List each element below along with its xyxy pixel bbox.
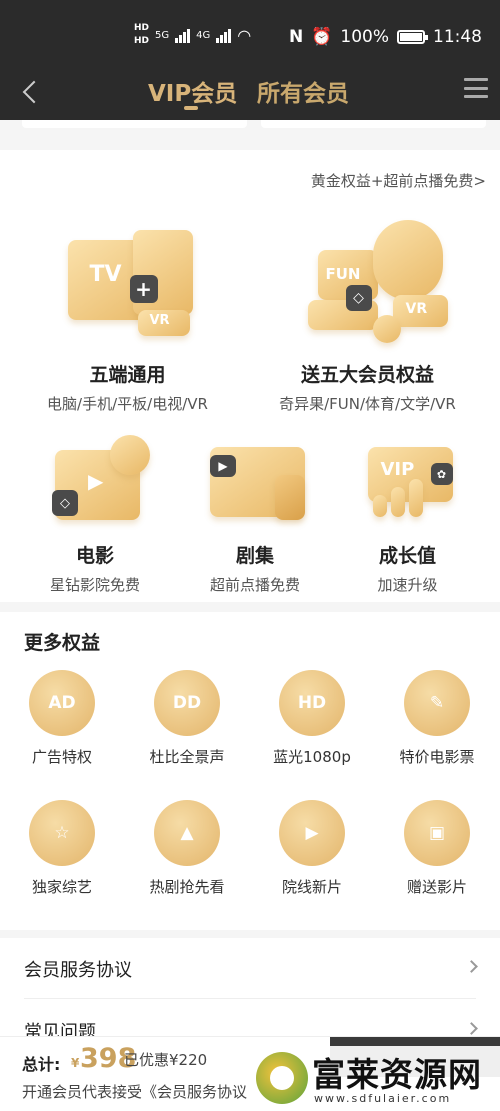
benefit-title: 电影 bbox=[75, 545, 114, 567]
benefit-subtitle: 奇异果/FUN/体育/文学/VR bbox=[279, 395, 456, 413]
benefit-title: 送五大会员权益 bbox=[300, 364, 434, 386]
benefit-five-memberships[interactable]: FUN ◇ VR 送五大会员权益 奇异果/FUN/体育/文学/VR bbox=[250, 220, 485, 414]
benefit-new-releases[interactable]: ▶ 院线新片 bbox=[252, 800, 372, 897]
tab-all-members[interactable]: 所有会员 bbox=[257, 74, 349, 108]
benefit-title: 成长值 bbox=[378, 545, 436, 567]
hd-icon: HD bbox=[279, 670, 345, 736]
signal-indicators: HD HD 5G 4G ◠ bbox=[134, 22, 251, 48]
gold-benefits-link[interactable]: 黄金权益+超前点播免费> bbox=[311, 170, 486, 191]
alarm-icon: ⏰ bbox=[311, 27, 333, 47]
chevron-right-icon bbox=[465, 960, 478, 973]
benefit-exclusive-shows[interactable]: ☆ 独家综艺 bbox=[2, 800, 122, 897]
fire-icon: ▲ bbox=[154, 800, 220, 866]
watermark-logo-icon bbox=[256, 1052, 308, 1104]
benefit-movies[interactable]: ◇ ▶ 电影 星钻影院免费 bbox=[20, 435, 170, 595]
benefit-series[interactable]: ▶ 剧集 超前点播免费 bbox=[180, 435, 330, 595]
benefit-movie-tickets[interactable]: ✎ 特价电影票 bbox=[377, 670, 497, 767]
network-4g-label: 4G bbox=[196, 29, 211, 41]
total-label: 总计: bbox=[22, 1055, 61, 1074]
hd-badge: HD bbox=[134, 23, 150, 33]
signal-icon bbox=[175, 27, 191, 43]
section-title: 更多权益 bbox=[24, 632, 101, 654]
ticket-icon: ✎ bbox=[404, 670, 470, 736]
benefit-ad-free[interactable]: AD 广告特权 bbox=[2, 670, 122, 767]
hd-badge: HD bbox=[134, 36, 150, 46]
back-arrow-icon[interactable] bbox=[16, 74, 46, 110]
status-bar: HD HD 5G 4G ◠ N ⏰ 100% 11:48 bbox=[0, 0, 500, 70]
service-agreement-link[interactable]: 会员服务协议 bbox=[0, 938, 500, 999]
plus-icon: + bbox=[129, 275, 158, 303]
movie-illustration: ◇ ▶ bbox=[30, 435, 160, 535]
film-icon: ▶ bbox=[279, 800, 345, 866]
tab-vip-member[interactable]: VIP会员 bbox=[148, 74, 237, 108]
wifi-icon: ◠ bbox=[237, 25, 252, 45]
battery-percent: 100% bbox=[340, 27, 389, 47]
nfc-icon: N bbox=[288, 27, 304, 47]
benefit-gift-movies[interactable]: ▣ 赠送影片 bbox=[377, 800, 497, 897]
clock: 11:48 bbox=[433, 27, 482, 47]
watermark-title: 富莱资源网 bbox=[312, 1055, 482, 1094]
nav-bar: VIP会员 所有会员 bbox=[0, 70, 500, 120]
package-card[interactable] bbox=[261, 120, 486, 128]
series-illustration: ▶ bbox=[190, 435, 320, 535]
star-icon: ☆ bbox=[29, 800, 95, 866]
benefit-growth[interactable]: VIP ✿ 成长值 加速升级 bbox=[335, 435, 480, 595]
benefit-title: 五端通用 bbox=[89, 364, 166, 386]
battery-icon bbox=[397, 30, 428, 44]
iqiyi-logo-icon: ◇ bbox=[345, 285, 372, 311]
benefit-subtitle: 加速升级 bbox=[377, 576, 438, 594]
benefit-early-access[interactable]: ▲ 热剧抢先看 bbox=[127, 800, 247, 897]
iqiyi-logo-icon: ◇ bbox=[52, 490, 78, 516]
benefit-five-devices[interactable]: TV + VR 五端通用 电脑/手机/平板/电视/VR bbox=[20, 220, 235, 414]
gift-icon: ▣ bbox=[404, 800, 470, 866]
active-tab-indicator bbox=[184, 106, 198, 110]
sprout-icon: ✿ bbox=[430, 463, 453, 485]
dolby-icon: DD bbox=[154, 670, 220, 736]
signal-icon bbox=[216, 27, 232, 43]
package-cards-edge bbox=[0, 120, 500, 142]
play-icon: ▶ bbox=[88, 469, 104, 493]
play-icon: ▶ bbox=[210, 455, 236, 477]
no-ad-icon: AD bbox=[29, 670, 95, 736]
watermark-url: www.sdfulaier.com bbox=[314, 1092, 452, 1105]
benefit-hd[interactable]: HD 蓝光1080p bbox=[252, 670, 372, 767]
more-benefits-section: 更多权益 AD 广告特权 DD 杜比全景声 HD 蓝光1080p ✎ 特价电影票… bbox=[0, 612, 500, 930]
currency-symbol: ¥ bbox=[71, 1056, 80, 1070]
watermark: 富莱资源网 www.sdfulaier.com bbox=[248, 1046, 500, 1111]
discount-text: 已优惠¥220 bbox=[124, 1051, 208, 1069]
benefit-title: 剧集 bbox=[235, 545, 274, 567]
benefit-subtitle: 电脑/手机/平板/电视/VR bbox=[47, 395, 208, 413]
benefit-dolby[interactable]: DD 杜比全景声 bbox=[127, 670, 247, 767]
benefits-section: 黄金权益+超前点播免费> TV + VR 五端通用 电脑/手机/平板/电视/VR… bbox=[0, 150, 500, 602]
benefit-subtitle: 超前点播免费 bbox=[209, 576, 300, 594]
benefit-subtitle: 星钻影院免费 bbox=[49, 576, 140, 594]
devices-illustration: TV + VR bbox=[38, 220, 218, 350]
growth-illustration: VIP ✿ bbox=[343, 435, 473, 535]
menu-icon[interactable] bbox=[464, 78, 488, 98]
memberships-illustration: FUN ◇ VR bbox=[278, 220, 458, 350]
network-5g-label: 5G bbox=[155, 29, 170, 41]
agreement-text[interactable]: 开通会员代表接受《会员服务协议 bbox=[22, 1081, 247, 1102]
package-card[interactable] bbox=[22, 120, 247, 128]
chevron-right-icon bbox=[465, 1022, 478, 1035]
